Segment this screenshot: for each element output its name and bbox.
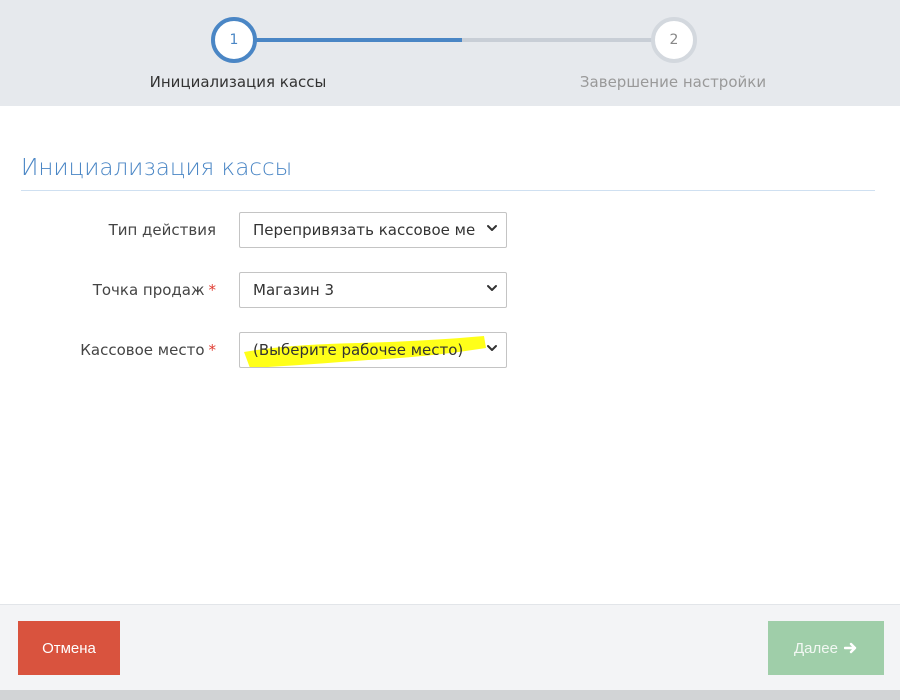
form-row-action-type: Тип действия Перепривязать кассовое ме bbox=[0, 212, 900, 248]
sales-point-select[interactable]: Магазин 3 bbox=[239, 272, 507, 308]
cancel-button-label: Отмена bbox=[42, 639, 96, 657]
cash-register-place-select-value: (Выберите рабочее место) bbox=[253, 341, 464, 359]
section-divider bbox=[21, 190, 875, 191]
wizard-step-1-number: 1 bbox=[229, 32, 239, 48]
required-marker: * bbox=[208, 341, 217, 359]
required-marker: * bbox=[208, 281, 217, 299]
wizard-progress-track-done bbox=[256, 38, 462, 42]
action-type-label: Тип действия bbox=[109, 221, 216, 239]
footer-bottom-edge bbox=[0, 690, 900, 700]
wizard-header: 1 2 Инициализация кассы Завершение настр… bbox=[0, 0, 900, 106]
next-button[interactable]: Далее bbox=[768, 621, 884, 675]
form-row-cash-register-place: Кассовое место * (Выберите рабочее место) bbox=[0, 332, 900, 368]
wizard-footer bbox=[0, 604, 900, 700]
wizard-step-1-label: Инициализация кассы bbox=[149, 73, 327, 91]
chevron-down-icon bbox=[487, 345, 497, 351]
sales-point-select-value: Магазин 3 bbox=[253, 281, 335, 299]
sales-point-label: Точка продаж * bbox=[93, 281, 216, 299]
cash-register-place-label: Кассовое место * bbox=[80, 341, 216, 359]
chevron-down-icon bbox=[487, 225, 497, 231]
next-button-label: Далее bbox=[794, 639, 838, 657]
wizard-step-2-label: Завершение настройки bbox=[579, 73, 767, 91]
wizard-step-1-circle: 1 bbox=[211, 17, 257, 63]
cancel-button[interactable]: Отмена bbox=[18, 621, 120, 675]
action-type-label-text: Тип действия bbox=[108, 221, 216, 239]
action-type-select-value: Перепривязать кассовое ме bbox=[253, 221, 476, 239]
cash-register-place-select[interactable]: (Выберите рабочее место) bbox=[239, 332, 507, 368]
section-title: Инициализация кассы bbox=[21, 155, 293, 181]
wizard-step-2-number: 2 bbox=[669, 32, 679, 48]
action-type-select[interactable]: Перепривязать кассовое ме bbox=[239, 212, 507, 248]
form-row-sales-point: Точка продаж * Магазин 3 bbox=[0, 272, 900, 308]
wizard-progress-track-pending bbox=[462, 38, 652, 42]
arrow-right-icon bbox=[843, 642, 857, 654]
chevron-down-icon bbox=[487, 285, 497, 291]
sales-point-label-text: Точка продаж bbox=[92, 281, 205, 299]
wizard-step-2-circle: 2 bbox=[651, 17, 697, 63]
cash-register-place-label-text: Кассовое место bbox=[80, 341, 205, 359]
